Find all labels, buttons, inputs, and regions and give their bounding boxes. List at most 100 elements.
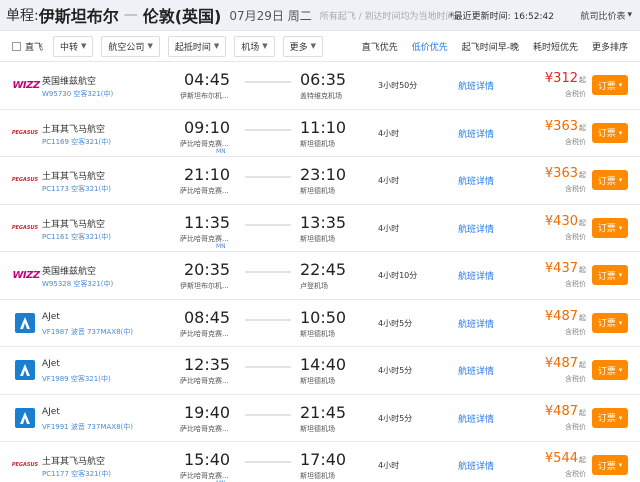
flight-row[interactable]: WIZZ 英国维兹航空 W95328 空客321(中) 20:35 伊斯坦布尔机... 2… [0,252,640,300]
departure-airport: 萨比哈哥克赛... [180,329,229,338]
arrival-airport: 斯坦德机场 [300,424,335,433]
airline-name: 土耳其飞马航空 [42,457,106,467]
flight-detail-link[interactable]: 航班详情 [458,127,494,140]
flight-row[interactable]: AJet VF1987 波音 737MAX8(中) 08:45 萨比哈哥克赛... 10… [0,300,640,347]
local-time-note: 所有起飞 / 到达时间均为当地时间 [319,11,455,22]
flight-duration: 4小时 [378,223,400,233]
price: ¥487起 [545,356,586,371]
ajet-logo [14,359,36,381]
flight-detail-link[interactable]: 航班详情 [458,269,494,282]
compare-label: 航司比价表 [580,11,626,22]
airline-dropdown[interactable]: 航空公司 ▼ [101,35,160,57]
flight-detail-link[interactable]: 航班详情 [458,317,494,330]
sort-more[interactable]: 更多排序 [592,40,628,53]
price: ¥487起 [545,309,586,324]
price-value: ¥430 [544,213,578,229]
more-dropdown[interactable]: 更多 ▼ [282,35,324,57]
departure-time: 04:45 [184,70,231,89]
flight-row[interactable]: AJet VF1989 空客321(中) 12:35 萨比哈哥克赛... 14:40 斯坦… [0,347,640,395]
flight-row[interactable]: AJet VF1991 波音 737MAX8(中) 19:40 萨比哈哥克赛... 21… [0,395,640,442]
arrival-airport: 斯坦德机场 [300,187,335,195]
airport-code: MN [216,147,226,155]
book-button[interactable]: 订票 ▾ [592,122,628,143]
to-city: 伦敦(英国) [142,7,222,26]
book-button[interactable]: 订票 ▾ [592,75,628,95]
flight-detail-link[interactable]: 航班详情 [458,222,494,235]
airport-code: MN [216,242,226,250]
chevron-down-icon: ▾ [618,461,623,469]
flight-duration: 4小时5分 [378,366,413,375]
flight-number[interactable]: W95730 空客321(中) [42,89,113,99]
flight-number[interactable]: PC1161 空客321(中) [42,232,111,242]
arrival-airport: 斯坦德机场 [300,234,335,243]
airport-dropdown[interactable]: 机场 ▼ [234,35,275,57]
airline-name: 土耳其飞马航空 [42,124,106,135]
pegasus-logo: PEGASUS [11,224,39,231]
flight-number[interactable]: VF1991 波音 737MAX8(中) [42,422,133,432]
route-line [245,318,291,321]
airline-name: 土耳其飞马航空 [42,219,106,230]
departure-time: 08:45 [184,307,231,327]
price: ¥544起 [545,451,586,466]
time-dropdown[interactable]: 起抵时间 ▼ [167,35,227,57]
travel-date[interactable]: 07月29日 周二 [229,7,311,24]
flight-row[interactable]: PEGASUS 土耳其飞马航空 PC1177 空客321(中) 15:40 萨比哈哥克赛… [0,442,640,482]
departure-airport: 伊斯坦布尔机... [180,92,229,100]
departure-airport: 萨比哈哥克赛... [180,424,229,433]
route-prefix: 单程: [6,8,39,24]
flight-number[interactable]: VF1989 空客321(中) [42,374,111,384]
book-button[interactable]: 订票 ▾ [592,265,628,285]
book-label: 订票 [597,176,616,187]
flight-duration: 3小时50分 [378,81,418,90]
direct-checkbox[interactable]: 直飞 [12,40,43,53]
time-label: 起抵时间 [174,42,211,53]
route-line [245,366,291,368]
flight-number[interactable]: W95328 空客321(中) [42,279,113,289]
transfer-dropdown[interactable]: 中转 ▼ [53,35,94,57]
flight-number[interactable]: PC1169 空客321(中) [42,137,111,147]
flight-row[interactable]: PEGASUS 土耳其飞马航空 PC1161 空客321(中) 11:35 萨比哈哥克赛… [0,205,640,252]
flight-row[interactable]: WIZZ 英国维兹航空 W95730 空客321(中) 04:45 伊斯坦布尔机... 0… [0,62,640,110]
flight-detail-link[interactable]: 航班详情 [458,459,494,472]
route-line [245,128,291,131]
route-line [245,223,291,226]
sort-departure-time[interactable]: 起飞时间早-晚 [462,40,519,53]
book-button[interactable]: 订票 ▾ [592,360,628,380]
ajet-logo [14,312,36,334]
arrival-time: 23:10 [300,165,347,184]
chevron-down-icon: ▾ [618,81,623,89]
flight-number[interactable]: PC1173 空客321(中) [42,184,111,194]
flight-detail-link[interactable]: 航班详情 [458,79,494,92]
tax-label: 含税价 [565,232,586,241]
flight-detail-link[interactable]: 航班详情 [458,364,494,377]
arrival-time: 21:45 [300,402,347,422]
flight-number[interactable]: VF1987 波音 737MAX8(中) [42,327,133,337]
book-button[interactable]: 订票 ▾ [592,170,628,190]
wizz-air-logo: WIZZ [12,269,40,281]
flight-list: WIZZ 英国维兹航空 W95730 空客321(中) 04:45 伊斯坦布尔机... 0… [0,62,640,482]
price-value: ¥487 [544,356,578,371]
price: ¥430起 [545,214,586,229]
book-button[interactable]: 订票 ▾ [592,455,628,475]
sort-direct-first[interactable]: 直飞优先 [362,40,398,53]
flight-detail-link[interactable]: 航班详情 [458,412,494,425]
compare-link[interactable]: 航司比价表 ▾ [580,9,632,22]
sort-shortest-duration[interactable]: 耗时短优先 [533,40,578,53]
filter-bar: 直飞 中转 ▼ 航空公司 ▼ 起抵时间 ▼ 机场 ▼ 更多 ▼ 直飞优先 低价优先 起飞时… [0,30,640,62]
tax-label: 含税价 [565,375,586,383]
flight-row[interactable]: PEGASUS 土耳其飞马航空 PC1169 空客321(中) 09:10 萨比哈哥克赛… [0,110,640,157]
book-button[interactable]: 订票 ▾ [592,407,628,428]
arrival-airport: 斯坦德机场 [300,139,335,148]
price-unit: 起 [579,218,586,227]
from-city: 伊斯坦布尔 [38,7,119,26]
price: ¥487起 [545,404,586,419]
flight-row[interactable]: PEGASUS 土耳其飞马航空 PC1173 空客321(中) 21:10 萨比哈哥克赛… [0,157,640,205]
flight-number[interactable]: PC1177 空客321(中) [42,469,111,479]
direct-label: 直飞 [25,42,44,53]
flight-detail-link[interactable]: 航班详情 [458,174,494,187]
flight-duration: 4小时5分 [378,413,413,423]
book-button[interactable]: 订票 ▾ [592,312,628,333]
book-button[interactable]: 订票 ▾ [592,217,628,238]
sort-low-price[interactable]: 低价优先 [412,40,448,53]
flight-duration: 4小时 [378,128,400,138]
